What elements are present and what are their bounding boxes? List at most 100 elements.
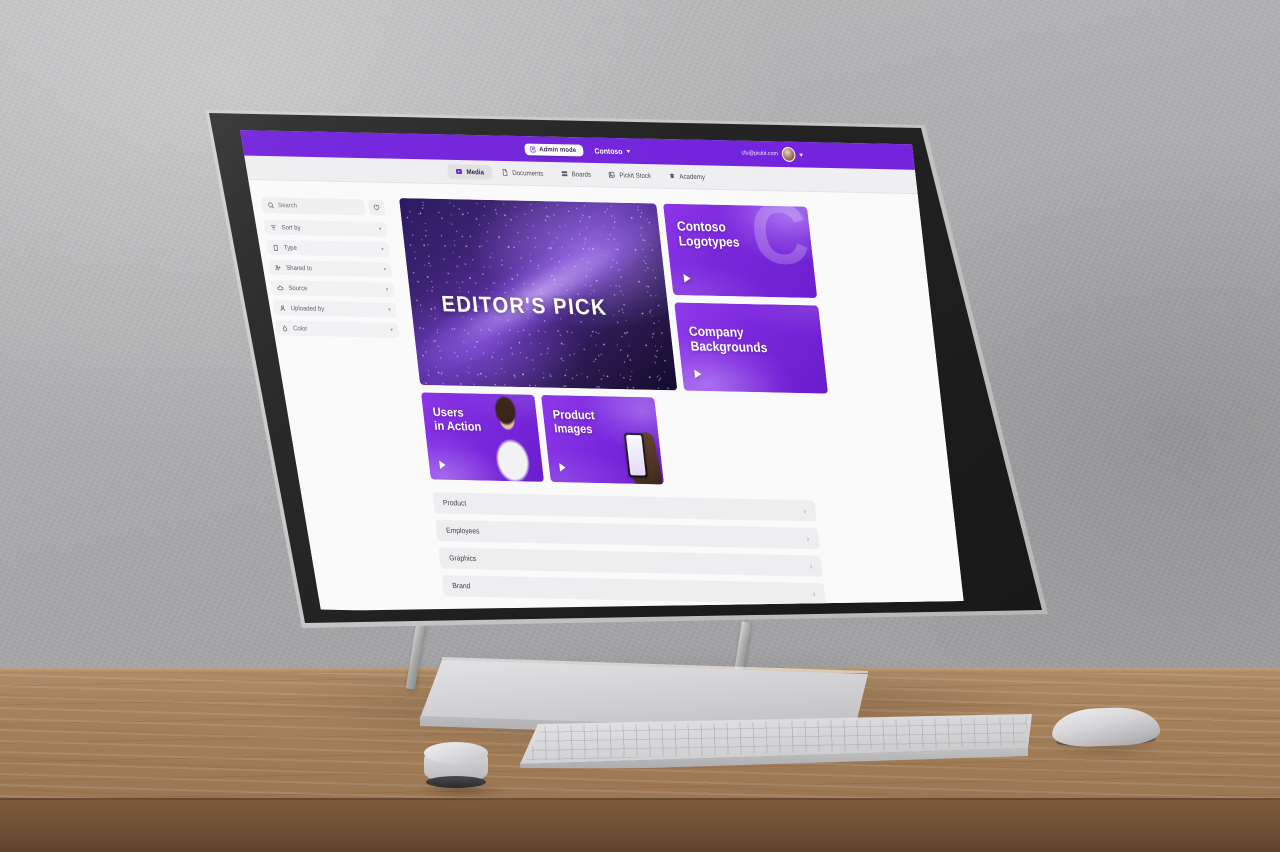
droplet-icon <box>282 324 287 331</box>
card-contoso-logotypes[interactable]: C Contoso Logotypes <box>663 203 818 299</box>
photo-scene: Admin mode Contoso cfo@pickit.com Media … <box>0 0 1280 852</box>
play-icon[interactable] <box>439 460 446 470</box>
card-title-product-images: Product Images <box>552 409 597 438</box>
collection-label-employees: Employees <box>445 526 480 536</box>
favorites-button[interactable] <box>367 199 386 216</box>
list-item[interactable]: Graphics › <box>438 547 823 577</box>
filter-shared-to[interactable]: Shared to ▾ <box>268 259 393 278</box>
surface-dial[interactable] <box>418 742 504 798</box>
list-item[interactable]: Product › <box>432 492 817 522</box>
filter-sort-by[interactable]: Sort by ▾ <box>263 219 389 237</box>
app-body: Search Sort by ▾ Type ▾ Shared to ▾ Sour… <box>245 179 967 611</box>
account-area[interactable]: cfo@pickit.com <box>740 141 804 168</box>
filter-sort-by-label: Sort by <box>281 223 301 232</box>
hand-holding-phone-photo <box>609 405 665 485</box>
card-title-line2: in Action <box>433 420 482 435</box>
collection-label-graphics: Graphics <box>448 554 477 563</box>
filter-color-label: Color <box>292 324 308 333</box>
tab-media[interactable]: Media <box>446 164 493 180</box>
card-title-line2: Logotypes <box>677 233 741 250</box>
tab-academy[interactable]: Academy <box>660 169 714 184</box>
play-icon[interactable] <box>683 274 692 283</box>
monitor-screen: Admin mode Contoso cfo@pickit.com Media … <box>240 130 1024 611</box>
avatar[interactable] <box>781 146 797 163</box>
person-icon <box>280 304 286 311</box>
filter-color[interactable]: Color ▾ <box>274 320 400 338</box>
account-chevron-down-icon <box>799 153 804 157</box>
card-title-line2: Backgrounds <box>689 338 769 356</box>
filter-uploaded-by[interactable]: Uploaded by ▾ <box>272 300 398 318</box>
search-input[interactable]: Search <box>261 197 366 216</box>
chevron-down-icon: ▾ <box>390 327 394 334</box>
featured-right-column: C Contoso Logotypes Company Backgrounds <box>663 203 829 394</box>
document-icon <box>502 169 508 177</box>
admin-mode-badge[interactable]: Admin mode <box>524 142 584 156</box>
tab-documents[interactable]: Documents <box>493 165 552 181</box>
featured-grid-bottom: Users in Action Product Images <box>420 392 666 485</box>
chevron-right-icon: › <box>809 561 813 571</box>
card-title-line1: Company <box>688 323 745 340</box>
chevron-right-icon: › <box>805 533 810 544</box>
sort-icon <box>270 224 276 230</box>
woman-photo <box>480 395 545 482</box>
search-placeholder: Search <box>277 201 298 210</box>
chevron-down-icon: ▾ <box>387 306 391 314</box>
tab-pickit-stock[interactable]: Pickit Stock <box>600 168 660 184</box>
tab-pickit-stock-label: Pickit Stock <box>618 171 652 180</box>
search-icon <box>268 202 275 209</box>
card-title-line1: Users <box>432 406 465 420</box>
featured-grid: EDITOR'S PICK C Contoso Logotypes Compan… <box>399 198 919 396</box>
arc-mouse[interactable] <box>1048 706 1166 756</box>
academy-icon <box>669 173 675 179</box>
admin-shield-icon <box>530 146 536 152</box>
card-title-line1: Contoso <box>676 218 727 235</box>
card-users-in-action[interactable]: Users in Action <box>420 392 545 482</box>
tab-academy-label: Academy <box>678 172 706 181</box>
filter-type[interactable]: Type ▾ <box>265 239 391 258</box>
filter-source-label: Source <box>288 284 308 292</box>
chevron-right-icon: › <box>812 588 816 599</box>
boards-icon <box>561 171 568 177</box>
user-email-label: cfo@pickit.com <box>741 150 779 158</box>
dial-base <box>426 776 486 788</box>
card-title-line1: Product <box>552 408 596 423</box>
card-product-images[interactable]: Product Images <box>540 394 665 485</box>
tab-boards-label: Boards <box>571 170 592 179</box>
card-title-contoso-logotypes: Contoso Logotypes <box>676 219 740 250</box>
tab-boards[interactable]: Boards <box>552 167 599 182</box>
share-icon <box>275 264 281 270</box>
org-name-label: Contoso <box>593 145 623 156</box>
admin-mode-label: Admin mode <box>538 145 577 154</box>
cloud-icon <box>277 285 284 290</box>
filter-type-label: Type <box>283 243 298 252</box>
collection-list: Product › Employees › Graphics › Brand › <box>432 492 827 605</box>
list-item[interactable]: Employees › <box>435 519 820 550</box>
list-item[interactable]: Brand › <box>441 575 827 605</box>
chevron-down-icon: ▾ <box>383 266 387 273</box>
pickit-app: Admin mode Contoso cfo@pickit.com Media … <box>240 130 967 611</box>
filter-uploaded-by-label: Uploaded by <box>290 304 325 313</box>
stock-icon <box>608 172 615 178</box>
filter-shared-to-label: Shared to <box>285 263 313 272</box>
tab-documents-label: Documents <box>511 169 544 178</box>
chevron-right-icon: › <box>802 505 807 516</box>
card-company-backgrounds[interactable]: Company Backgrounds <box>674 302 829 394</box>
mouse-body <box>1051 706 1161 748</box>
card-title-company-backgrounds: Company Backgrounds <box>688 324 768 355</box>
main-content: EDITOR'S PICK C Contoso Logotypes Compan… <box>393 194 966 611</box>
play-icon[interactable] <box>694 369 702 379</box>
chevron-down-icon: ▾ <box>380 246 385 253</box>
collection-label-brand: Brand <box>451 582 471 590</box>
heart-icon <box>373 204 380 211</box>
play-icon[interactable] <box>559 463 566 472</box>
org-switcher[interactable]: Contoso <box>594 146 631 156</box>
watermark-letter: C <box>745 203 814 284</box>
filter-source[interactable]: Source ▾ <box>270 280 395 298</box>
collection-label-product: Product <box>442 499 467 508</box>
dial-top <box>424 742 488 764</box>
card-title-users-in-action: Users in Action <box>432 406 482 435</box>
tab-media-label: Media <box>466 168 485 177</box>
search-row: Search <box>261 197 386 216</box>
media-icon <box>455 169 463 175</box>
editors-pick-hero-card[interactable]: EDITOR'S PICK <box>399 198 678 391</box>
